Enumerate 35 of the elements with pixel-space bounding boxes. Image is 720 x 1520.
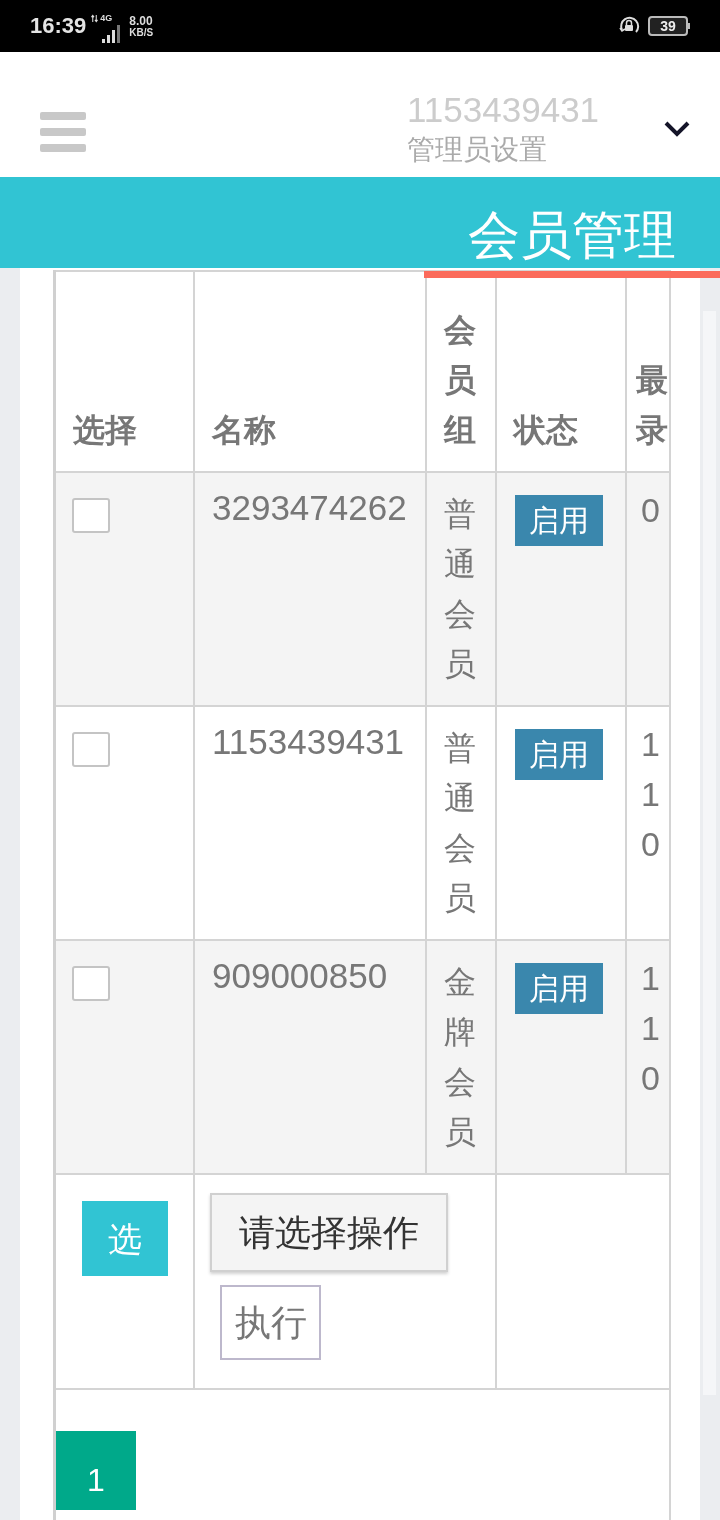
signal-icon (102, 25, 123, 43)
table-cell-text: 普通会员 (444, 729, 477, 918)
operation-select[interactable]: 请选择操作 (210, 1193, 448, 1272)
status-badge: 启用 (515, 495, 603, 546)
table-cell-text: 110 (641, 724, 661, 865)
page-button[interactable]: 1 (56, 1431, 136, 1510)
table-cell-text: 110 (641, 958, 661, 1099)
status-badge: 启用 (515, 729, 603, 780)
select-button[interactable]: 选 (82, 1201, 168, 1276)
status-time: 16:39 (30, 15, 87, 37)
status-badge: 启用 (515, 963, 603, 1014)
speed-unit: KB/S (129, 27, 154, 38)
column-header: 名称 (212, 411, 276, 450)
checkbox[interactable] (72, 966, 110, 1001)
table-cell: 1153439431 (212, 722, 405, 761)
table-cell-text: 金牌会员 (444, 963, 477, 1152)
battery-level: 39 (648, 16, 688, 36)
checkbox[interactable] (72, 498, 110, 533)
data-arrows-icon (91, 14, 99, 23)
column-header: 最录 (636, 361, 669, 450)
network-speed: 8.00 (129, 14, 154, 27)
table-cell-text: 普通会员 (444, 495, 477, 684)
table-cell-text: 0 (641, 490, 661, 531)
checkbox[interactable] (72, 732, 110, 767)
chevron-down-icon[interactable] (664, 121, 690, 137)
menu-icon[interactable] (40, 112, 86, 152)
column-header: 选择 (73, 411, 137, 450)
table-cell: 3293474262 (212, 488, 407, 527)
network-type: 4G (100, 14, 113, 23)
settings-link[interactable]: 管理员设置 (407, 132, 600, 168)
page-title: 会员管理 (468, 205, 676, 266)
column-header: 会员组 (444, 311, 477, 450)
execute-button[interactable]: 执行 (220, 1285, 321, 1360)
table-cell: 909000850 (212, 956, 388, 995)
column-header: 状态 (514, 411, 578, 450)
